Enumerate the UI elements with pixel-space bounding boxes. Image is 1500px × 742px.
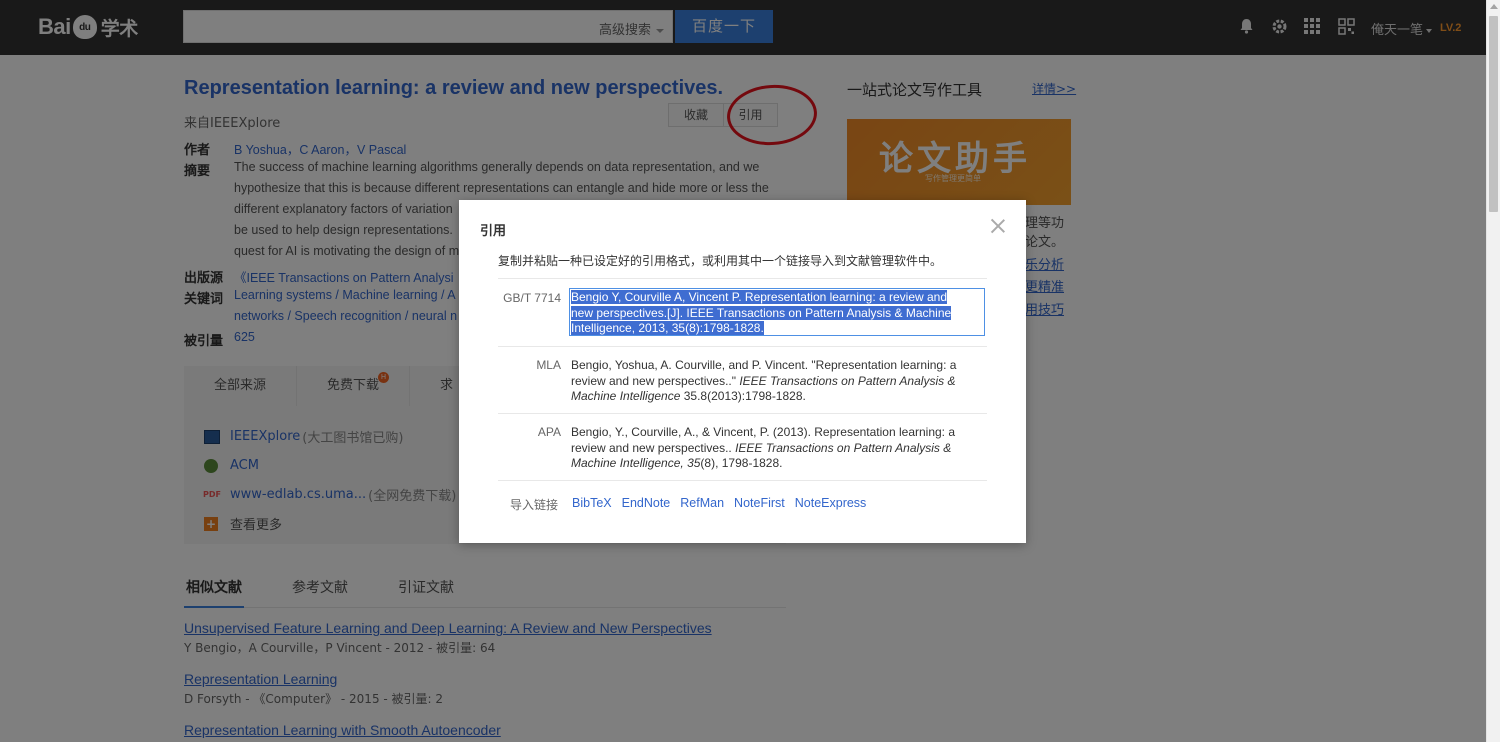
export-links: BibTeX EndNote RefMan NoteFirst NoteExpr… xyxy=(572,496,876,510)
mla-citation-text[interactable]: Bengio, Yoshua, A. Courville, and P. Vin… xyxy=(571,358,985,405)
scroll-up-icon[interactable] xyxy=(1490,4,1498,9)
scroll-thumb[interactable] xyxy=(1489,16,1498,212)
citation-tail: (8), 1798-1828. xyxy=(700,456,783,470)
close-icon[interactable] xyxy=(989,217,1007,235)
citation-format-label: APA xyxy=(537,425,561,439)
mla-citation-row: MLA Bengio, Yoshua, A. Courville, and P.… xyxy=(498,346,987,413)
export-refman-link[interactable]: RefMan xyxy=(680,496,724,510)
gbt-citation-textbox[interactable]: Bengio Y, Courville A, Vincent P. Repres… xyxy=(569,288,985,336)
divider xyxy=(498,480,987,481)
apa-citation-text[interactable]: Bengio, Y., Courville, A., & Vincent, P.… xyxy=(571,425,985,472)
export-label: 导入链接 xyxy=(510,498,559,512)
dialog-title: 引用 xyxy=(480,224,507,239)
export-endnote-link[interactable]: EndNote xyxy=(622,496,671,510)
citation-line: Intelligence, 2013, 35(8):1798-1828. xyxy=(571,321,764,335)
citation-tail: 35.8(2013):1798-1828. xyxy=(680,389,806,403)
page-scrollbar[interactable] xyxy=(1486,0,1500,742)
citation-format-label: MLA xyxy=(536,358,561,372)
selected-citation-text: Bengio Y, Courville A, Vincent P. Repres… xyxy=(571,290,983,337)
apa-citation-row: APA Bengio, Y., Courville, A., & Vincent… xyxy=(498,413,987,480)
export-notefirst-link[interactable]: NoteFirst xyxy=(734,496,785,510)
export-noteexpress-link[interactable]: NoteExpress xyxy=(795,496,867,510)
citation-format-label: GB/T 7714 xyxy=(503,291,561,305)
citation-line: new perspectives.[J]. IEEE Transactions … xyxy=(571,305,952,320)
cite-dialog: 引用 复制并粘贴一种已设定好的引用格式，或利用其中一个链接导入到文献管理软件中。… xyxy=(459,200,1026,543)
gbt-citation-row: GB/T 7714 Bengio Y, Courville A, Vincent… xyxy=(498,278,987,346)
citation-line: Bengio Y, Courville A, Vincent P. Repres… xyxy=(571,290,948,304)
dialog-description: 复制并粘贴一种已设定好的引用格式，或利用其中一个链接导入到文献管理软件中。 xyxy=(498,254,943,268)
export-bibtex-link[interactable]: BibTeX xyxy=(572,496,612,510)
